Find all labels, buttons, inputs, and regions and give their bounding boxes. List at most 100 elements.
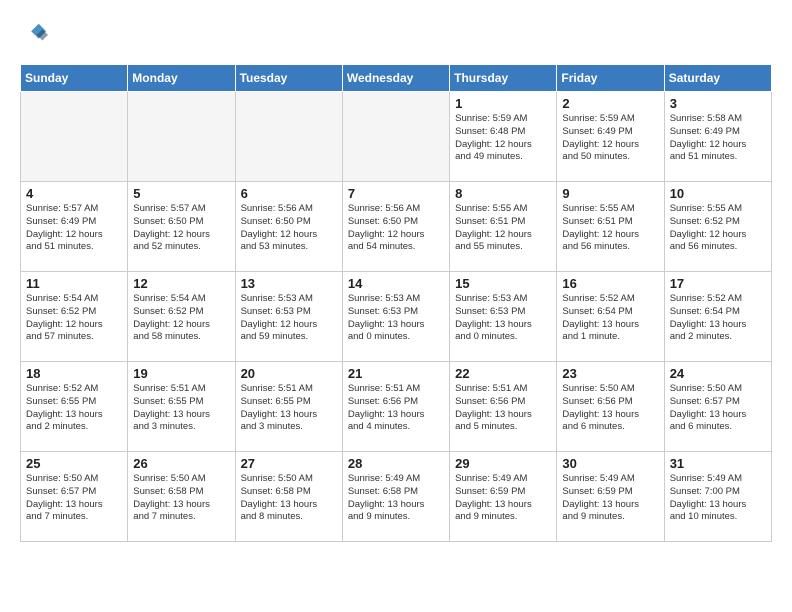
day-info: Sunrise: 5:57 AM Sunset: 6:50 PM Dayligh… — [133, 203, 229, 254]
day-number: 22 — [455, 366, 551, 381]
day-number: 7 — [348, 186, 444, 201]
day-info: Sunrise: 5:55 AM Sunset: 6:52 PM Dayligh… — [670, 203, 766, 254]
week-row-1: 1 Sunrise: 5:59 AM Sunset: 6:48 PM Daylig… — [21, 92, 772, 182]
day-cell: 21 Sunrise: 5:51 AM Sunset: 6:56 PM Dayli… — [342, 362, 449, 452]
day-cell: 18 Sunrise: 5:52 AM Sunset: 6:55 PM Dayli… — [21, 362, 128, 452]
logo — [20, 20, 52, 48]
day-info: Sunrise: 5:51 AM Sunset: 6:55 PM Dayligh… — [241, 383, 337, 434]
day-info: Sunrise: 5:52 AM Sunset: 6:54 PM Dayligh… — [670, 293, 766, 344]
day-cell: 19Sunrise: 5:51 AM Sunset: 6:55 PM Dayli… — [128, 362, 235, 452]
day-number: 8 — [455, 186, 551, 201]
header-day-tuesday: Tuesday — [235, 65, 342, 92]
day-cell: 16 Sunrise: 5:52 AM Sunset: 6:54 PM Dayli… — [557, 272, 664, 362]
day-cell: 12 Sunrise: 5:54 AM Sunset: 6:52 PM Dayli… — [128, 272, 235, 362]
day-info: Sunrise: 5:55 AM Sunset: 6:51 PM Dayligh… — [562, 203, 658, 254]
day-cell — [21, 92, 128, 182]
day-info: Sunrise: 5:51 AM Sunset: 6:56 PM Dayligh… — [455, 383, 551, 434]
day-cell: 20 Sunrise: 5:51 AM Sunset: 6:55 PM Dayli… — [235, 362, 342, 452]
day-cell: 27Sunrise: 5:50 AM Sunset: 6:58 PM Dayli… — [235, 452, 342, 542]
day-cell: 17Sunrise: 5:52 AM Sunset: 6:54 PM Dayli… — [664, 272, 771, 362]
day-cell: 5 Sunrise: 5:57 AM Sunset: 6:50 PM Daylig… — [128, 182, 235, 272]
day-cell: 22 Sunrise: 5:51 AM Sunset: 6:56 PM Dayli… — [450, 362, 557, 452]
day-info: Sunrise: 5:51 AM Sunset: 6:56 PM Dayligh… — [348, 383, 444, 434]
day-info: Sunrise: 5:53 AM Sunset: 6:53 PM Dayligh… — [348, 293, 444, 344]
day-number: 25 — [26, 456, 122, 471]
day-cell — [128, 92, 235, 182]
day-number: 15 — [455, 276, 551, 291]
header-day-friday: Friday — [557, 65, 664, 92]
day-cell: 13 Sunrise: 5:53 AM Sunset: 6:53 PM Dayli… — [235, 272, 342, 362]
day-cell: 2 Sunrise: 5:59 AM Sunset: 6:49 PM Daylig… — [557, 92, 664, 182]
day-number: 21 — [348, 366, 444, 381]
day-cell: 29 Sunrise: 5:49 AM Sunset: 6:59 PM Dayli… — [450, 452, 557, 542]
day-number: 4 — [26, 186, 122, 201]
week-row-2: 4 Sunrise: 5:57 AM Sunset: 6:49 PM Daylig… — [21, 182, 772, 272]
day-cell: 28 Sunrise: 5:49 AM Sunset: 6:58 PM Dayli… — [342, 452, 449, 542]
day-info: Sunrise: 5:56 AM Sunset: 6:50 PM Dayligh… — [348, 203, 444, 254]
day-cell: 8 Sunrise: 5:55 AM Sunset: 6:51 PM Daylig… — [450, 182, 557, 272]
header-day-thursday: Thursday — [450, 65, 557, 92]
day-number: 28 — [348, 456, 444, 471]
day-info: Sunrise: 5:56 AM Sunset: 6:50 PM Dayligh… — [241, 203, 337, 254]
day-cell: 7 Sunrise: 5:56 AM Sunset: 6:50 PM Daylig… — [342, 182, 449, 272]
header-day-monday: Monday — [128, 65, 235, 92]
day-cell: 10Sunrise: 5:55 AM Sunset: 6:52 PM Dayli… — [664, 182, 771, 272]
day-cell: 3 Sunrise: 5:58 AM Sunset: 6:49 PM Daylig… — [664, 92, 771, 182]
calendar-body: 1 Sunrise: 5:59 AM Sunset: 6:48 PM Daylig… — [21, 92, 772, 542]
day-cell: 11Sunrise: 5:54 AM Sunset: 6:52 PM Dayli… — [21, 272, 128, 362]
week-row-4: 18 Sunrise: 5:52 AM Sunset: 6:55 PM Dayli… — [21, 362, 772, 452]
day-info: Sunrise: 5:59 AM Sunset: 6:48 PM Dayligh… — [455, 113, 551, 164]
day-info: Sunrise: 5:55 AM Sunset: 6:51 PM Dayligh… — [455, 203, 551, 254]
day-cell: 25 Sunrise: 5:50 AM Sunset: 6:57 PM Dayli… — [21, 452, 128, 542]
day-info: Sunrise: 5:53 AM Sunset: 6:53 PM Dayligh… — [241, 293, 337, 344]
day-number: 24 — [670, 366, 766, 381]
day-number: 2 — [562, 96, 658, 111]
calendar-header: SundayMondayTuesdayWednesdayThursdayFrid… — [21, 65, 772, 92]
header-day-saturday: Saturday — [664, 65, 771, 92]
page-header — [20, 20, 772, 48]
day-info: Sunrise: 5:50 AM Sunset: 6:58 PM Dayligh… — [133, 473, 229, 524]
day-info: Sunrise: 5:57 AM Sunset: 6:49 PM Dayligh… — [26, 203, 122, 254]
day-cell: 31 Sunrise: 5:49 AM Sunset: 7:00 PM Dayli… — [664, 452, 771, 542]
day-info: Sunrise: 5:49 AM Sunset: 6:59 PM Dayligh… — [455, 473, 551, 524]
day-info: Sunrise: 5:49 AM Sunset: 6:58 PM Dayligh… — [348, 473, 444, 524]
day-number: 3 — [670, 96, 766, 111]
day-cell: 14Sunrise: 5:53 AM Sunset: 6:53 PM Dayli… — [342, 272, 449, 362]
day-cell: 23 Sunrise: 5:50 AM Sunset: 6:56 PM Dayli… — [557, 362, 664, 452]
day-info: Sunrise: 5:49 AM Sunset: 7:00 PM Dayligh… — [670, 473, 766, 524]
day-info: Sunrise: 5:50 AM Sunset: 6:56 PM Dayligh… — [562, 383, 658, 434]
day-info: Sunrise: 5:52 AM Sunset: 6:54 PM Dayligh… — [562, 293, 658, 344]
day-number: 16 — [562, 276, 658, 291]
day-info: Sunrise: 5:58 AM Sunset: 6:49 PM Dayligh… — [670, 113, 766, 164]
day-number: 18 — [26, 366, 122, 381]
day-number: 31 — [670, 456, 766, 471]
day-info: Sunrise: 5:50 AM Sunset: 6:57 PM Dayligh… — [670, 383, 766, 434]
day-number: 30 — [562, 456, 658, 471]
day-number: 11 — [26, 276, 122, 291]
day-number: 27 — [241, 456, 337, 471]
day-number: 5 — [133, 186, 229, 201]
day-number: 29 — [455, 456, 551, 471]
day-number: 23 — [562, 366, 658, 381]
day-cell — [235, 92, 342, 182]
day-cell — [342, 92, 449, 182]
day-info: Sunrise: 5:54 AM Sunset: 6:52 PM Dayligh… — [133, 293, 229, 344]
calendar-table: SundayMondayTuesdayWednesdayThursdayFrid… — [20, 64, 772, 542]
day-cell: 15 Sunrise: 5:53 AM Sunset: 6:53 PM Dayli… — [450, 272, 557, 362]
week-row-5: 25 Sunrise: 5:50 AM Sunset: 6:57 PM Dayli… — [21, 452, 772, 542]
day-number: 13 — [241, 276, 337, 291]
day-info: Sunrise: 5:52 AM Sunset: 6:55 PM Dayligh… — [26, 383, 122, 434]
day-info: Sunrise: 5:51 AM Sunset: 6:55 PM Dayligh… — [133, 383, 229, 434]
day-cell: 24 Sunrise: 5:50 AM Sunset: 6:57 PM Dayli… — [664, 362, 771, 452]
day-info: Sunrise: 5:59 AM Sunset: 6:49 PM Dayligh… — [562, 113, 658, 164]
header-row: SundayMondayTuesdayWednesdayThursdayFrid… — [21, 65, 772, 92]
day-number: 1 — [455, 96, 551, 111]
day-info: Sunrise: 5:50 AM Sunset: 6:57 PM Dayligh… — [26, 473, 122, 524]
day-number: 20 — [241, 366, 337, 381]
day-info: Sunrise: 5:49 AM Sunset: 6:59 PM Dayligh… — [562, 473, 658, 524]
day-cell: 6Sunrise: 5:56 AM Sunset: 6:50 PM Daylig… — [235, 182, 342, 272]
day-info: Sunrise: 5:53 AM Sunset: 6:53 PM Dayligh… — [455, 293, 551, 344]
day-cell: 30 Sunrise: 5:49 AM Sunset: 6:59 PM Dayli… — [557, 452, 664, 542]
day-number: 9 — [562, 186, 658, 201]
day-number: 12 — [133, 276, 229, 291]
